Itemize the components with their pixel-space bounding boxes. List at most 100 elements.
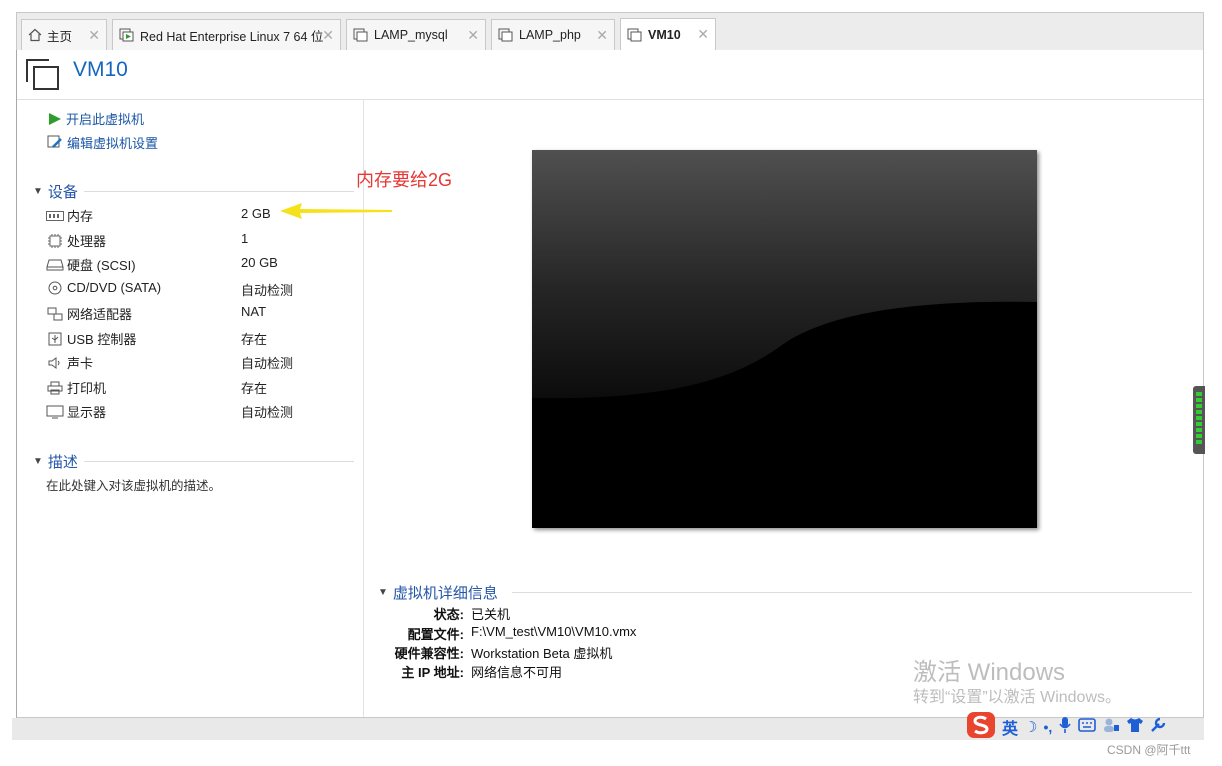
- details-section-header[interactable]: ▼ 虚拟机详细信息: [378, 582, 498, 603]
- description-heading: 描述: [47, 454, 78, 471]
- device-row-printer[interactable]: 打印机: [46, 378, 106, 397]
- wrench-icon[interactable]: [1150, 717, 1166, 736]
- vm-screen-preview[interactable]: [532, 150, 1037, 528]
- cpu-icon: [46, 233, 64, 248]
- side-panel-handle[interactable]: [1193, 386, 1205, 454]
- tab-label: LAMP_mysql: [374, 28, 448, 42]
- device-value: NAT: [241, 304, 267, 319]
- detail-label-ip: 主 IP 地址:: [401, 665, 464, 680]
- moon-icon[interactable]: ☽: [1024, 718, 1037, 736]
- device-row-sound-card[interactable]: 声卡: [46, 353, 93, 372]
- tab-label: 主页: [47, 29, 73, 44]
- device-value: 自动检测: [241, 283, 294, 298]
- device-name: 处理器: [67, 234, 107, 249]
- play-icon: [48, 112, 62, 126]
- collapse-icon[interactable]: ▼: [378, 587, 388, 598]
- power-on-action[interactable]: 开启此虚拟机: [48, 109, 144, 128]
- close-icon[interactable]: ✕: [596, 27, 608, 44]
- vm-icon: [627, 28, 643, 42]
- annotation-text: 内存要给2G: [356, 170, 453, 190]
- description-field[interactable]: 在此处键入对该虚拟机的描述。: [46, 475, 221, 494]
- csdn-credit: CSDN @阿千ttt: [1107, 743, 1191, 757]
- activate-windows-title: 激活 Windows: [913, 659, 1066, 686]
- collapse-icon[interactable]: ▼: [33, 186, 43, 197]
- sound-card-icon: [46, 356, 64, 370]
- vm-title: VM10: [73, 58, 128, 81]
- device-value: 存在: [241, 332, 268, 347]
- detail-label-hw-compat: 硬件兼容性:: [394, 646, 464, 661]
- device-row-hard-disk[interactable]: 硬盘 (SCSI): [46, 255, 136, 274]
- device-value: 自动检测: [241, 405, 294, 420]
- ime-toolbar: 英 ☽ •,: [966, 711, 1166, 742]
- tab-rhel7[interactable]: Red Hat Enterprise Linux 7 64 位 ✕: [112, 19, 341, 50]
- network-adapter-icon: [46, 307, 64, 321]
- detail-value-config-file: F:\VM_test\VM10\VM10.vmx: [471, 624, 637, 639]
- section-divider: [84, 461, 354, 462]
- detail-label-status: 状态:: [433, 607, 464, 622]
- collapse-icon[interactable]: ▼: [33, 456, 43, 467]
- section-divider: [512, 592, 1192, 593]
- detail-value-ip: 网络信息不可用: [471, 665, 563, 680]
- close-icon[interactable]: ✕: [88, 27, 100, 44]
- activate-windows-subtitle: 转到“设置”以激活 Windows。: [913, 689, 1122, 706]
- device-row-display[interactable]: 显示器: [46, 402, 106, 421]
- device-value: 存在: [241, 381, 268, 396]
- sogou-logo-icon[interactable]: [966, 711, 996, 742]
- tab-lamp-php[interactable]: LAMP_php ✕: [491, 19, 615, 50]
- device-value: 自动检测: [241, 356, 294, 371]
- vm-large-icon: [25, 58, 61, 95]
- detail-value-hw-compat: Workstation Beta 虚拟机: [471, 646, 613, 661]
- device-name: 声卡: [67, 356, 94, 371]
- vm-title-bar: [17, 50, 1203, 100]
- device-value: 2 GB: [241, 206, 271, 221]
- close-icon[interactable]: ✕: [697, 26, 709, 43]
- skin-shirt-icon[interactable]: [1126, 717, 1144, 736]
- user-service-icon[interactable]: [1102, 717, 1120, 736]
- device-name: 打印机: [67, 381, 107, 396]
- microphone-icon[interactable]: [1058, 716, 1072, 737]
- vm-running-icon: [119, 28, 135, 42]
- cd-dvd-icon: [46, 281, 64, 295]
- description-section-header[interactable]: ▼ 描述: [33, 451, 78, 472]
- printer-icon: [46, 381, 64, 395]
- device-row-cd-dvd[interactable]: CD/DVD (SATA): [46, 280, 161, 295]
- edit-settings-link[interactable]: 编辑虚拟机设置: [67, 133, 158, 152]
- device-value: 1: [241, 231, 249, 246]
- usb-icon: [46, 332, 64, 346]
- device-name: USB 控制器: [67, 332, 137, 347]
- close-icon[interactable]: ✕: [467, 27, 479, 44]
- devices-section-header[interactable]: ▼ 设备: [33, 181, 78, 202]
- devices-heading: 设备: [47, 184, 78, 201]
- tab-label: Red Hat Enterprise Linux 7 64 位: [140, 29, 324, 44]
- device-name: 显示器: [67, 405, 107, 420]
- edit-settings-action[interactable]: 编辑虚拟机设置: [47, 133, 158, 152]
- detail-value-status: 已关机: [471, 607, 511, 622]
- vm-icon: [498, 28, 514, 42]
- edit-settings-icon: [47, 135, 63, 150]
- display-icon: [46, 405, 64, 419]
- punctuation-icon[interactable]: •,: [1043, 719, 1052, 735]
- device-name: 硬盘 (SCSI): [67, 258, 136, 273]
- device-name: CD/DVD (SATA): [67, 280, 162, 295]
- vm-icon: [353, 28, 369, 42]
- device-row-usb-controller[interactable]: USB 控制器: [46, 329, 136, 348]
- device-name: 内存: [67, 209, 94, 224]
- device-row-network-adapter[interactable]: 网络适配器: [46, 304, 132, 323]
- close-icon[interactable]: ✕: [322, 27, 334, 44]
- tab-label: LAMP_php: [519, 28, 581, 42]
- tab-lamp-mysql[interactable]: LAMP_mysql ✕: [346, 19, 486, 50]
- tab-vm10[interactable]: VM10 ✕: [620, 18, 716, 50]
- tab-home[interactable]: 主页 ✕: [21, 19, 107, 50]
- device-value: 20 GB: [241, 255, 278, 270]
- hard-disk-icon: [46, 258, 64, 272]
- memory-icon: [46, 209, 64, 223]
- home-icon: [28, 28, 42, 42]
- level-meter-icon: [1196, 392, 1202, 444]
- tab-label: VM10: [648, 27, 681, 42]
- details-heading: 虚拟机详细信息: [392, 585, 498, 602]
- keyboard-icon[interactable]: [1078, 718, 1097, 735]
- power-on-link[interactable]: 开启此虚拟机: [66, 109, 144, 128]
- device-row-memory[interactable]: 内存: [46, 206, 93, 225]
- ime-language[interactable]: 英: [1002, 715, 1018, 739]
- device-row-processor[interactable]: 处理器: [46, 231, 106, 250]
